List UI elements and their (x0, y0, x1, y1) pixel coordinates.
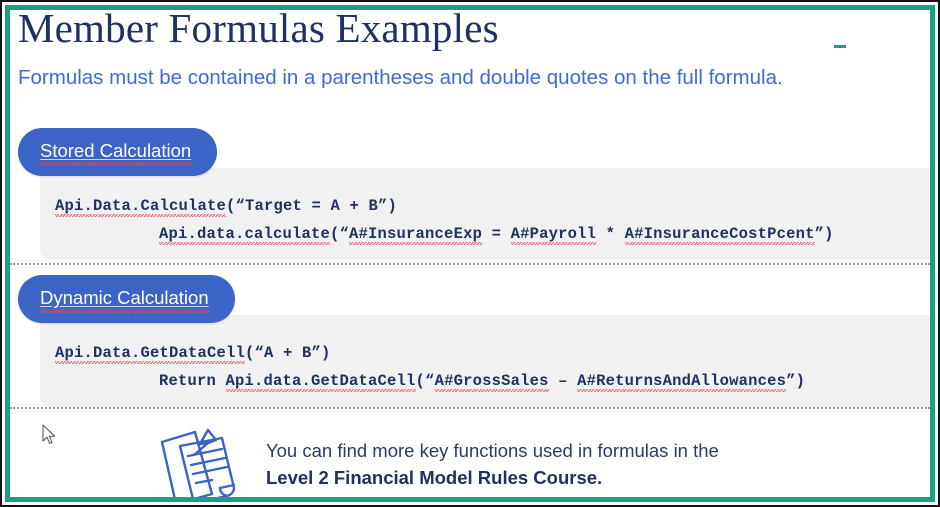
code-operator-1: – (548, 372, 578, 390)
mouse-pointer-icon (42, 424, 58, 446)
footer-text-block: You can find more key functions used in … (266, 438, 719, 491)
code-identifier: Api.Data.Calculate (55, 197, 227, 217)
code-line-stored-2: Api.data.calculate(“A#InsuranceExp = A#P… (159, 225, 834, 245)
teal-dash-mark (834, 45, 846, 48)
code-operator-1: = (482, 225, 511, 243)
code-block-dynamic-calculation: Api.Data.GetDataCell(“A + B”) Return Api… (40, 315, 930, 407)
code-open-paren: (“ (415, 372, 435, 390)
code-keyword-return: Return (159, 372, 226, 390)
section-badge-dynamic-calculation[interactable]: Dynamic Calculation (18, 275, 235, 323)
code-member-3: A#InsuranceCostPcent (624, 225, 815, 245)
code-member-2: A#Payroll (510, 225, 597, 245)
code-member-1: A#InsuranceExp (349, 225, 483, 245)
code-close-paren: ”) (814, 225, 834, 243)
code-arguments: (“A + B”) (245, 344, 331, 362)
code-line-dynamic-2: Return Api.data.GetDataCell(“A#GrossSale… (159, 372, 806, 392)
section-badge-label: Dynamic Calculation (40, 287, 209, 312)
section-divider-1 (10, 263, 930, 265)
code-arguments: (“Target = A + B”) (226, 197, 398, 215)
section-badge-label: Stored Calculation (40, 140, 192, 165)
section-badge-stored-calculation[interactable]: Stored Calculation (18, 128, 218, 176)
code-line-stored-1: Api.Data.Calculate(“Target = A + B”) (55, 197, 398, 217)
code-identifier: Api.Data.GetDataCell (55, 344, 246, 364)
footer-line-2-course-name: Level 2 Financial Model Rules Course. (266, 466, 603, 488)
code-identifier: Api.data.calculate (159, 225, 331, 245)
footer-line-1: You can find more key functions used in … (266, 440, 719, 461)
code-block-stored-calculation: Api.Data.Calculate(“Target = A + B”) Api… (40, 168, 930, 260)
code-close-paren: ”) (786, 372, 806, 390)
slide-inner: Member Formulas Examples Formulas must b… (10, 10, 930, 497)
code-open-paren: (“ (330, 225, 350, 243)
slide-container: Member Formulas Examples Formulas must b… (0, 0, 940, 507)
code-member-2: A#ReturnsAndAllowances (577, 372, 787, 392)
footer-note: You can find more key functions used in … (10, 410, 930, 497)
code-identifier: Api.data.GetDataCell (225, 372, 416, 392)
slide-subtitle: Formulas must be contained in a parenthe… (18, 66, 783, 89)
page-title: Member Formulas Examples (18, 10, 499, 51)
pinned-documents-icon (150, 422, 260, 497)
section-divider-2 (10, 407, 930, 409)
code-member-1: A#GrossSales (434, 372, 549, 392)
code-line-dynamic-1: Api.Data.GetDataCell(“A + B”) (55, 344, 331, 364)
code-operator-2: * (596, 225, 625, 243)
